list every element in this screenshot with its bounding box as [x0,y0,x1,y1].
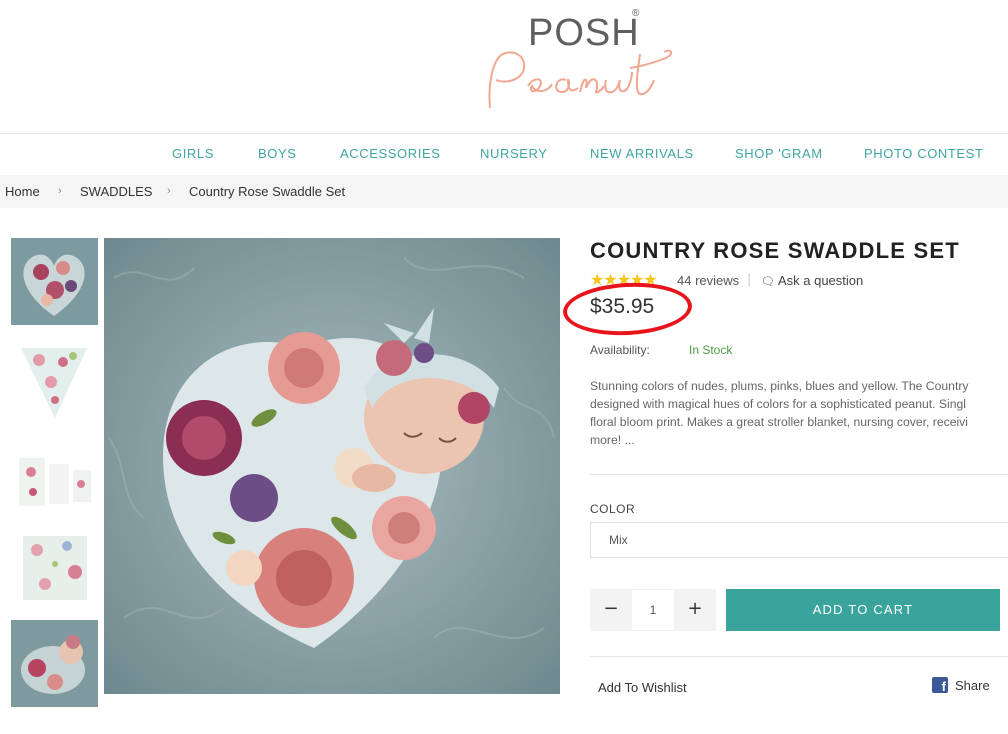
price-annotation-circle [561,279,694,339]
color-label: COLOR [590,502,636,516]
product-title: COUNTRY ROSE SWADDLE SET [590,238,960,263]
breadcrumb-home[interactable]: Home [5,184,40,199]
description-line: floral bloom print. Makes a great stroll… [590,415,968,429]
ask-question-link[interactable]: 🗨 Ask a question [761,273,863,288]
thumbnail-4[interactable] [11,526,98,613]
product-main-image[interactable] [104,238,560,694]
header-divider [0,133,1008,134]
description-line: designed with magical hues of colors for… [590,397,967,411]
logo-script-peanut [488,49,672,109]
availability-value: In Stock [689,343,733,357]
thumbnail-1[interactable] [11,238,98,325]
thumbnail-5[interactable] [11,620,98,707]
breadcrumb: Home › SWADDLES › Country Rose Swaddle S… [0,175,1008,208]
nav-new-arrivals[interactable]: NEW ARRIVALS [590,146,694,161]
divider [590,474,1008,475]
quantity-increase-button[interactable]: + [674,589,716,631]
color-select[interactable]: Mix [590,522,1008,558]
main-nav: GIRLS BOYS ACCESSORIES NURSERY NEW ARRIV… [0,146,1008,164]
speech-bubbles-icon: 🗨 [761,276,775,288]
breadcrumb-separator: › [58,185,62,197]
description-line: Stunning colors of nudes, plums, pinks, … [590,379,969,393]
nav-shop-gram[interactable]: SHOP 'GRAM [735,146,823,161]
nav-photo-contest[interactable]: PHOTO CONTEST [864,146,984,161]
nav-nursery[interactable]: NURSERY [480,146,548,161]
quantity-decrease-button[interactable]: − [590,589,632,631]
description-line: more! ... [590,433,635,447]
logo-registered-mark: ® [632,8,640,19]
breadcrumb-current: Country Rose Swaddle Set [189,184,346,199]
nav-accessories[interactable]: ACCESSORIES [340,146,441,161]
reviews-separator: | [747,272,752,287]
reviews-link[interactable]: 44 reviews [677,273,739,288]
facebook-icon[interactable]: f [932,677,948,693]
ask-question-label: Ask a question [777,273,864,288]
thumbnail-3[interactable] [11,440,98,527]
quantity-input[interactable]: 1 [632,589,674,631]
breadcrumb-separator: › [167,185,171,197]
color-selected-value: Mix [609,533,628,547]
add-to-cart-button[interactable]: ADD TO CART [726,589,1000,631]
add-to-wishlist-link[interactable]: Add To Wishlist [598,680,687,695]
thumbnail-2[interactable] [11,334,98,421]
site-logo[interactable]: POSH ® [470,6,680,116]
breadcrumb-swaddles[interactable]: SWADDLES [80,184,152,199]
share-link[interactable]: Share [955,678,990,693]
nav-girls[interactable]: GIRLS [172,146,214,161]
availability-label: Availability: [590,343,650,357]
divider [590,656,1008,657]
nav-boys[interactable]: BOYS [258,146,297,161]
product-description: Stunning colors of nudes, plums, pinks, … [590,377,1008,449]
